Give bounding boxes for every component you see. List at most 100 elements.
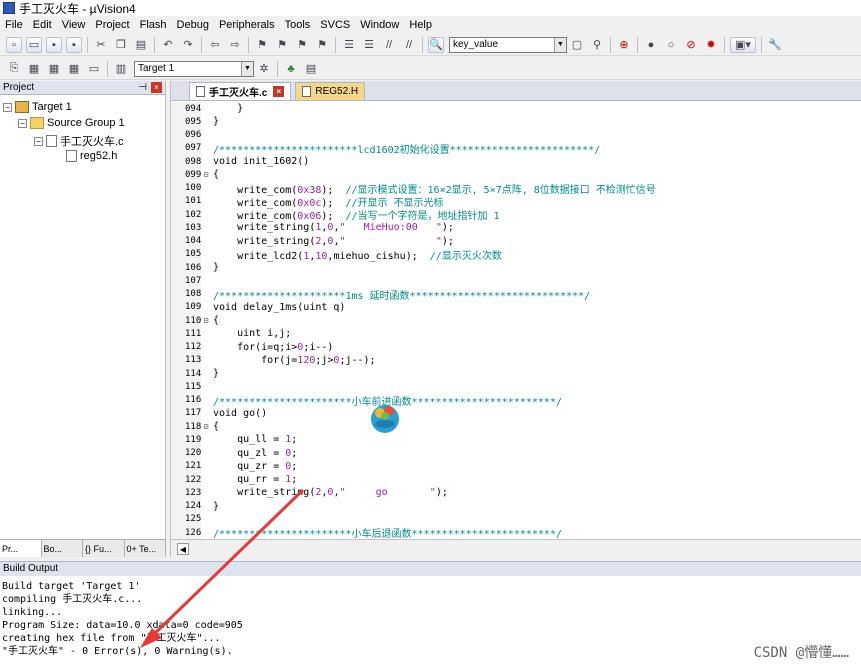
breakpoint-disable-icon[interactable]: ⊘ (683, 37, 699, 53)
undo-icon[interactable]: ↶ (160, 37, 176, 53)
collapse-icon[interactable]: − (3, 102, 12, 112)
find-combo[interactable]: key_value ▼ (449, 36, 567, 53)
collapse-icon[interactable]: − (18, 118, 27, 128)
menu-file[interactable]: File (0, 19, 28, 31)
manage-books-icon[interactable]: ▤ (303, 61, 319, 77)
menu-window[interactable]: Window (355, 19, 404, 31)
tree-node-header-file[interactable]: reg52.h (66, 150, 117, 162)
stop-build-icon[interactable]: ▭ (86, 61, 102, 77)
chevron-down-icon[interactable]: ▼ (554, 37, 566, 52)
tab-project[interactable]: Pr... (0, 540, 42, 557)
scroll-left-icon[interactable]: ◀ (177, 543, 189, 555)
target-select[interactable]: Target 1 ▼ (134, 60, 254, 77)
build-icon[interactable]: ▦ (26, 61, 42, 77)
code-line[interactable]: 116/**********************小车前进函数********… (171, 393, 861, 408)
code-line[interactable]: 105 write_lcd2(1,10,miehuo_cishu); //显示灭… (171, 247, 861, 262)
menu-tools[interactable]: Tools (280, 19, 316, 31)
download-icon[interactable]: ▥ (113, 61, 129, 77)
code-line[interactable]: 126 /**********************小车后退函数********… (171, 526, 861, 539)
code-line[interactable]: 096 (171, 128, 861, 142)
menu-svcs[interactable]: SVCS (315, 19, 355, 31)
redo-icon[interactable]: ↷ (180, 37, 196, 53)
code-line[interactable]: 114} (171, 367, 861, 381)
menu-flash[interactable]: Flash (135, 19, 172, 31)
code-line[interactable]: 101 write_com(0x0c); //开显示 不显示光标 (171, 194, 861, 209)
tree-node-source-file[interactable]: − 手工灭火车.c (34, 133, 124, 149)
code-line[interactable]: 119 qu_ll = 1; (171, 433, 861, 447)
copy-icon[interactable]: ❐ (113, 37, 129, 53)
tree-node-target[interactable]: − Target 1 (3, 101, 72, 113)
code-line[interactable]: 100 write_com(0x38); //显示模式设置：16×2显示, 5×… (171, 181, 861, 196)
code-line[interactable]: 120 qu_zl = 0; (171, 446, 861, 460)
code-line[interactable]: 117 void go() (171, 406, 861, 420)
fold-marker[interactable]: ⊟ (201, 168, 211, 181)
bookmark-icon[interactable]: ⚑ (254, 37, 270, 53)
save-all-icon[interactable]: ▪ (66, 36, 82, 53)
incremental-find-icon[interactable]: ⚲ (589, 37, 605, 53)
close-icon[interactable]: × (151, 82, 162, 93)
horizontal-scrollbar[interactable]: ◀ (171, 539, 861, 557)
code-line[interactable]: 118 ⊟{ (171, 420, 861, 434)
batch-build-icon[interactable]: ▦ (66, 61, 82, 77)
unindent-icon[interactable]: ☰ (361, 37, 377, 53)
code-line[interactable]: 095} (171, 115, 861, 129)
breakpoint-enable-icon[interactable]: ○ (663, 37, 679, 53)
uncomment-icon[interactable]: // (401, 37, 417, 53)
build-output[interactable]: CSDN @懵懂…… Build target 'Target 1' compil… (0, 576, 861, 672)
collapse-icon[interactable]: − (34, 136, 43, 146)
code-line[interactable]: 104 write_string(2,0," "); (171, 234, 861, 248)
menu-help[interactable]: Help (404, 19, 437, 31)
find-in-files-icon[interactable]: 🔍 (428, 36, 444, 53)
code-view[interactable]: 094 } 095} 096 097/***********************l… (171, 101, 861, 539)
bookmark-prev-icon[interactable]: ⚑ (274, 37, 290, 53)
code-line[interactable]: 098 void init_1602() (171, 155, 861, 169)
nav-forward-icon[interactable]: ⇨ (227, 37, 243, 53)
code-line[interactable]: 113 for(j=120;j>0;j--); (171, 353, 861, 367)
code-line[interactable]: 099 ⊟{ (171, 168, 861, 182)
breakpoint-kill-icon[interactable]: ✸ (703, 37, 719, 53)
find-icon[interactable]: ▢ (569, 37, 585, 53)
tree-node-source-group[interactable]: − Source Group 1 (18, 117, 125, 129)
tab-books[interactable]: Bo... (42, 540, 83, 557)
rebuild-icon[interactable]: ▦ (46, 61, 62, 77)
translate-icon[interactable]: ⎘ (6, 61, 22, 77)
code-line[interactable]: 094 } (171, 102, 861, 116)
bookmark-clear-icon[interactable]: ⚑ (314, 37, 330, 53)
window-layout-icon[interactable]: ▣▾ (730, 36, 756, 53)
bookmark-next-icon[interactable]: ⚑ (294, 37, 310, 53)
menu-debug[interactable]: Debug (172, 19, 214, 31)
tab-templates[interactable]: 0+ Te... (125, 540, 166, 557)
paste-icon[interactable]: ▤ (133, 37, 149, 53)
code-line[interactable]: 107 (171, 274, 861, 288)
breakpoint-insert-icon[interactable]: ● (643, 37, 659, 53)
code-line[interactable]: 097 /***********************lcd1602初始化设置*… (171, 141, 861, 156)
code-line[interactable]: 106} (171, 261, 861, 275)
target-options-icon[interactable]: ✲ (256, 61, 272, 77)
comment-icon[interactable]: // (381, 37, 397, 53)
fold-marker[interactable]: ⊟ (201, 420, 211, 433)
code-line[interactable]: 110 ⊟{ (171, 314, 861, 328)
code-line[interactable]: 115 (171, 380, 861, 394)
code-line[interactable]: 122 qu_rr = 1; (171, 473, 861, 487)
tab-functions[interactable]: {} Fu... (83, 540, 125, 557)
menu-project[interactable]: Project (90, 19, 134, 31)
manage-components-icon[interactable]: ♣ (283, 61, 299, 77)
menu-edit[interactable]: Edit (28, 19, 57, 31)
code-line[interactable]: 124} (171, 499, 861, 513)
code-line[interactable]: 125 (171, 512, 861, 526)
configure-icon[interactable]: 🔧 (767, 37, 783, 53)
debug-start-icon[interactable]: ⊕ (616, 37, 632, 53)
menu-view[interactable]: View (57, 19, 91, 31)
code-line[interactable]: 111 uint i,j; (171, 327, 861, 341)
chevron-down-icon[interactable]: ▼ (241, 61, 253, 76)
nav-back-icon[interactable]: ⇦ (207, 37, 223, 53)
code-line[interactable]: 121 qu_zr = 0; (171, 459, 861, 473)
pin-icon[interactable]: ⊣ (138, 81, 147, 95)
open-folder-icon[interactable]: ▭ (26, 36, 42, 53)
code-line[interactable]: 103 write_string(1,0," MieHuo:00 "); (171, 221, 861, 235)
code-line[interactable]: 112 for(i=q;i>0;i--) (171, 340, 861, 354)
save-icon[interactable]: ▪ (46, 36, 62, 53)
tab-source-file[interactable]: 手工灭火车.c × (189, 82, 292, 100)
fold-marker[interactable]: ⊟ (201, 314, 211, 327)
close-icon[interactable]: × (273, 86, 285, 97)
